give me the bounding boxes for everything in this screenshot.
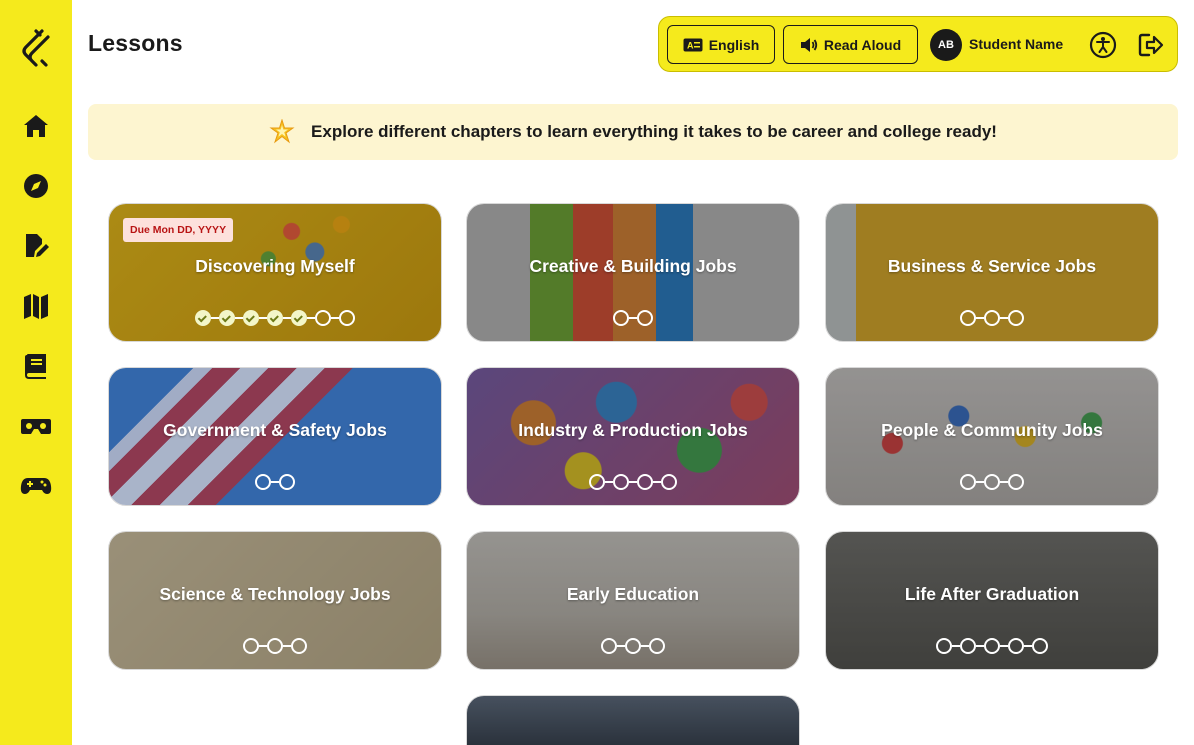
app-logo[interactable] <box>18 28 54 68</box>
lesson-card-science-technology[interactable]: Science & Technology Jobs <box>108 531 442 670</box>
lesson-title: Business & Service Jobs <box>887 256 1097 276</box>
lesson-card-partial[interactable] <box>466 695 800 745</box>
lesson-card-people-community[interactable]: People & Community Jobs <box>825 367 1159 506</box>
progress-dots <box>109 638 441 654</box>
book-icon[interactable] <box>20 350 52 382</box>
progress-dots <box>826 310 1158 326</box>
read-aloud-button[interactable]: Read Aloud <box>783 25 918 64</box>
lesson-card-early-education[interactable]: Early Education <box>466 531 800 670</box>
gamepad-icon[interactable] <box>20 470 52 502</box>
accessibility-icon[interactable] <box>1089 31 1117 59</box>
progress-dots <box>467 310 799 326</box>
banner-text: Explore different chapters to learn ever… <box>311 122 997 141</box>
lesson-title: Discovering Myself <box>195 256 355 276</box>
progress-dots <box>109 474 441 490</box>
lesson-card-creative-building[interactable]: Creative & Building Jobs <box>466 203 800 342</box>
read-aloud-label: Read Aloud <box>823 36 902 53</box>
progress-dots <box>467 474 799 490</box>
lesson-title: Science & Technology Jobs <box>159 584 391 604</box>
language-button[interactable]: A English <box>667 25 775 64</box>
lesson-title: Creative & Building Jobs <box>529 256 737 276</box>
map-icon[interactable] <box>20 290 52 322</box>
translate-icon: A <box>683 38 703 51</box>
edit-document-icon[interactable] <box>20 230 52 262</box>
student-name[interactable]: Student Name <box>969 36 1063 52</box>
speaker-icon <box>800 37 818 52</box>
lesson-title: Industry & Production Jobs <box>518 420 748 440</box>
lesson-card-discovering-myself[interactable]: Due Mon DD, YYYY Discovering Myself <box>108 203 442 342</box>
svg-text:A: A <box>687 40 694 50</box>
progress-dots <box>826 638 1158 654</box>
info-banner: Explore different chapters to learn ever… <box>88 104 1178 160</box>
compass-icon[interactable] <box>20 170 52 202</box>
progress-dots <box>467 638 799 654</box>
progress-dots <box>826 474 1158 490</box>
lesson-card-government-safety[interactable]: Government & Safety Jobs <box>108 367 442 506</box>
header-toolbar: A English Read Aloud AB Student Name <box>658 16 1178 72</box>
lesson-card-industry-production[interactable]: Industry & Production Jobs <box>466 367 800 506</box>
due-date-badge: Due Mon DD, YYYY <box>123 218 234 242</box>
language-label: English <box>708 36 760 53</box>
star-icon <box>269 119 295 144</box>
home-icon[interactable] <box>20 110 52 142</box>
lesson-card-business-service[interactable]: Business & Service Jobs <box>825 203 1159 342</box>
progress-dots <box>109 310 441 326</box>
sidebar <box>0 0 72 745</box>
lesson-title: Government & Safety Jobs <box>163 420 387 440</box>
logout-icon[interactable] <box>1137 31 1165 59</box>
vr-headset-icon[interactable] <box>20 410 52 442</box>
page-title: Lessons <box>88 30 183 56</box>
avatar[interactable]: AB <box>930 29 962 61</box>
lesson-title: People & Community Jobs <box>881 420 1103 440</box>
lesson-title: Life After Graduation <box>904 584 1080 604</box>
lesson-title: Early Education <box>566 584 700 604</box>
lesson-card-life-after-graduation[interactable]: Life After Graduation <box>825 531 1159 670</box>
